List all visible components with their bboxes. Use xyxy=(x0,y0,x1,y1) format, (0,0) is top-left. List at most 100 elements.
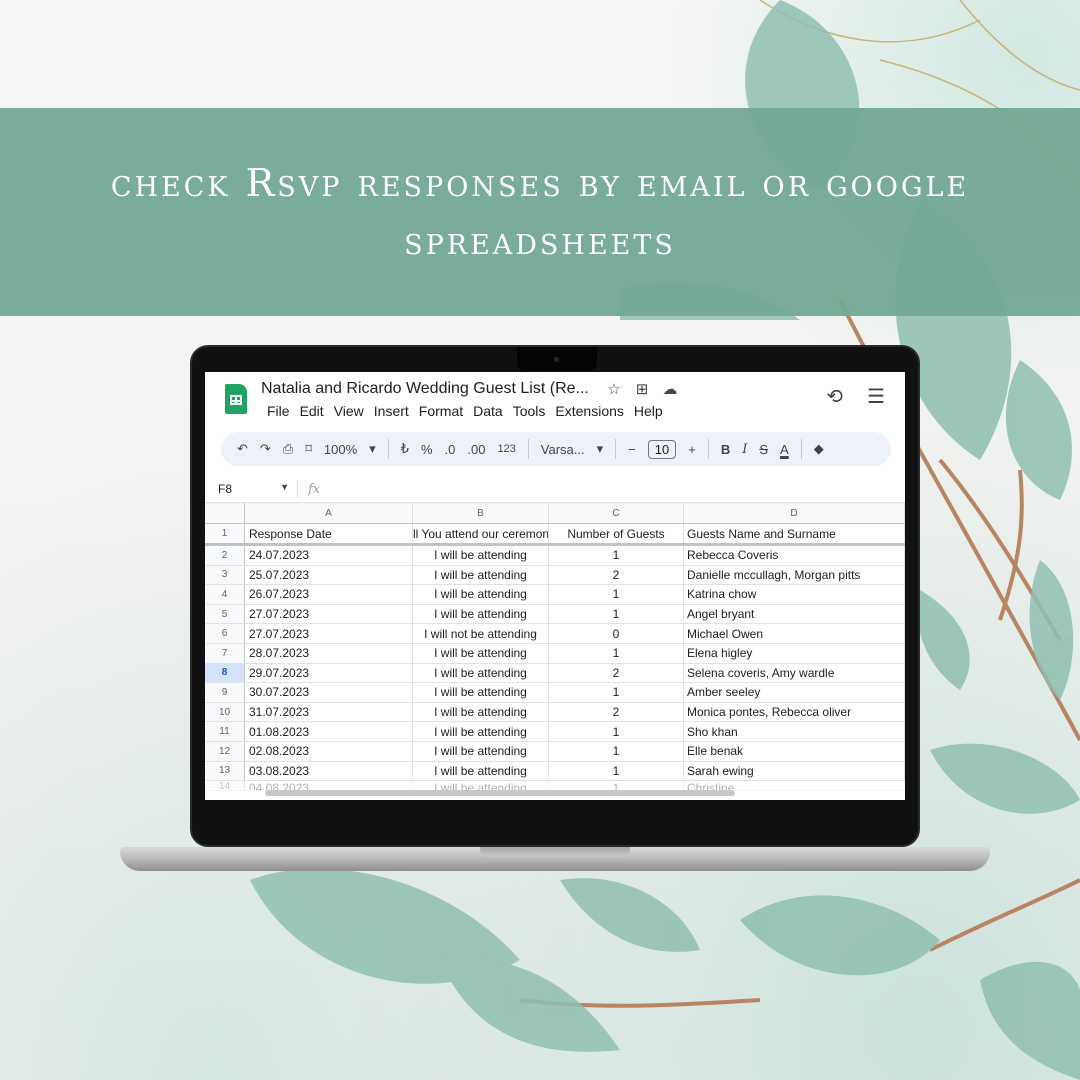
cell-response-date[interactable]: 30.07.2023 xyxy=(245,683,413,702)
cell-attend[interactable]: I will be attending xyxy=(413,643,549,663)
horizontal-scrollbar[interactable] xyxy=(265,790,735,796)
row-number[interactable]: 14 xyxy=(205,781,245,791)
row-number[interactable]: 13 xyxy=(205,761,245,781)
cell-response-date[interactable]: 03.08.2023 xyxy=(245,761,413,781)
cell-guest-names[interactable]: Monica pontes, Rebecca oliver xyxy=(684,702,905,722)
cell-guest-names[interactable]: Selena coveris, Amy wardle xyxy=(684,663,905,683)
cell-response-date[interactable]: 28.07.2023 xyxy=(245,643,413,663)
cell-guest-names[interactable]: Rebecca Coveris xyxy=(684,546,905,565)
cell-guest-count[interactable]: 1 xyxy=(549,585,684,604)
cell-response-date[interactable]: 29.07.2023 xyxy=(245,663,413,683)
select-all-corner[interactable] xyxy=(205,503,245,523)
column-header-a[interactable]: A xyxy=(245,503,413,523)
cell-attend[interactable]: I will be attending xyxy=(413,585,549,604)
menu-data[interactable]: Data xyxy=(473,403,503,419)
percent-format-button[interactable]: % xyxy=(421,442,433,457)
cell-response-date[interactable]: 02.08.2023 xyxy=(245,741,413,761)
print-icon[interactable]: ⎙ xyxy=(283,441,293,457)
menu-view[interactable]: View xyxy=(334,403,364,419)
font-size-input[interactable]: 10 xyxy=(647,439,677,459)
fill-color-icon[interactable]: ◆ xyxy=(814,441,824,457)
cell-guest-count[interactable]: 1 xyxy=(549,781,684,791)
cell-guest-names[interactable]: Elena higley xyxy=(684,643,905,663)
header-number-of-guests[interactable]: Number of Guests xyxy=(549,524,684,543)
cell-guest-names[interactable]: Katrina chow xyxy=(684,585,905,604)
cell-attend[interactable]: I will not be attending xyxy=(413,624,549,643)
cell-guest-names[interactable]: Amber seeley xyxy=(684,683,905,702)
cell-attend[interactable]: I will be attending xyxy=(413,722,549,741)
cell-guest-count[interactable]: 1 xyxy=(549,643,684,663)
menu-insert[interactable]: Insert xyxy=(374,403,409,419)
cell-guest-count[interactable]: 1 xyxy=(549,546,684,565)
undo-icon[interactable]: ↶ xyxy=(237,441,248,457)
cell-attend[interactable]: I will be attending xyxy=(413,702,549,722)
font-select[interactable]: Varsa... xyxy=(541,442,585,457)
row-number[interactable]: 1 xyxy=(205,524,245,543)
cell-guest-names[interactable]: Christine xyxy=(684,781,905,791)
row-number[interactable]: 12 xyxy=(205,741,245,761)
paint-format-icon[interactable]: ⌑ xyxy=(305,441,312,457)
cloud-saved-icon[interactable]: ☁ xyxy=(661,380,679,398)
row-number[interactable]: 9 xyxy=(205,683,245,702)
menu-help[interactable]: Help xyxy=(634,403,663,419)
redo-icon[interactable]: ↷ xyxy=(260,441,271,457)
cell-guest-names[interactable]: Michael Owen xyxy=(684,624,905,643)
header-guest-names[interactable]: Guests Name and Surname xyxy=(684,524,905,543)
cell-attend[interactable]: I will be attending xyxy=(413,546,549,565)
comments-icon[interactable]: ☰ xyxy=(867,384,885,409)
cell-guest-count[interactable]: 0 xyxy=(549,624,684,643)
italic-button[interactable]: I xyxy=(742,442,747,457)
row-number[interactable]: 3 xyxy=(205,565,245,585)
cell-guest-count[interactable]: 1 xyxy=(549,683,684,702)
cell-guest-count[interactable]: 1 xyxy=(549,761,684,781)
number-format-button[interactable]: 123 xyxy=(497,443,515,455)
cell-guest-names[interactable]: Elle benak xyxy=(684,741,905,761)
document-title[interactable]: Natalia and Ricardo Wedding Guest List (… xyxy=(261,380,589,398)
cell-response-date[interactable]: 31.07.2023 xyxy=(245,702,413,722)
header-attend[interactable]: ll You attend our ceremon xyxy=(413,524,549,543)
cell-guest-names[interactable]: Angel bryant xyxy=(684,604,905,624)
cell-response-date[interactable]: 27.07.2023 xyxy=(245,624,413,643)
cell-attend[interactable]: I will be attending xyxy=(413,781,549,791)
decrease-decimal-button[interactable]: .0 xyxy=(445,442,456,457)
cell-guest-names[interactable]: Sarah ewing xyxy=(684,761,905,781)
star-icon[interactable]: ☆ xyxy=(605,380,623,398)
plus-icon[interactable]: + xyxy=(688,442,696,457)
cell-attend[interactable]: I will be attending xyxy=(413,663,549,683)
google-sheets-logo-icon[interactable] xyxy=(225,384,247,414)
cell-response-date[interactable]: 04.08.2023 xyxy=(245,781,413,791)
cell-guest-count[interactable]: 1 xyxy=(549,604,684,624)
name-box[interactable]: F8 ▼ xyxy=(205,482,297,496)
chevron-down-icon[interactable]: ▼ xyxy=(280,482,289,492)
menu-file[interactable]: File xyxy=(267,403,290,419)
move-to-folder-icon[interactable]: ⊞ xyxy=(633,380,651,398)
chevron-down-icon[interactable]: ▾ xyxy=(369,441,376,457)
cell-guest-names[interactable]: Danielle mccullagh, Morgan pitts xyxy=(684,565,905,585)
zoom-select[interactable]: 100% xyxy=(324,442,357,457)
cell-guest-count[interactable]: 1 xyxy=(549,722,684,741)
cell-attend[interactable]: I will be attending xyxy=(413,683,549,702)
version-history-icon[interactable]: ⟲ xyxy=(826,384,843,409)
column-header-b[interactable]: B xyxy=(413,503,549,523)
cell-guest-count[interactable]: 2 xyxy=(549,702,684,722)
cell-attend[interactable]: I will be attending xyxy=(413,761,549,781)
header-response-date[interactable]: Response Date xyxy=(245,524,413,543)
cell-response-date[interactable]: 27.07.2023 xyxy=(245,604,413,624)
cell-response-date[interactable]: 25.07.2023 xyxy=(245,565,413,585)
bold-button[interactable]: B xyxy=(721,442,730,457)
row-number[interactable]: 8 xyxy=(205,663,245,683)
column-header-c[interactable]: C xyxy=(549,503,684,523)
minus-icon[interactable]: − xyxy=(628,442,636,457)
column-header-d[interactable]: D xyxy=(684,503,905,523)
strikethrough-icon[interactable]: S xyxy=(759,442,768,457)
cell-guest-count[interactable]: 1 xyxy=(549,741,684,761)
currency-format-button[interactable]: ₺ xyxy=(401,441,409,457)
row-number[interactable]: 6 xyxy=(205,624,245,643)
cell-response-date[interactable]: 26.07.2023 xyxy=(245,585,413,604)
menu-edit[interactable]: Edit xyxy=(300,403,324,419)
menu-extensions[interactable]: Extensions xyxy=(555,403,623,419)
menu-format[interactable]: Format xyxy=(419,403,463,419)
cell-attend[interactable]: I will be attending xyxy=(413,741,549,761)
cell-guest-count[interactable]: 2 xyxy=(549,663,684,683)
cell-attend[interactable]: I will be attending xyxy=(413,565,549,585)
